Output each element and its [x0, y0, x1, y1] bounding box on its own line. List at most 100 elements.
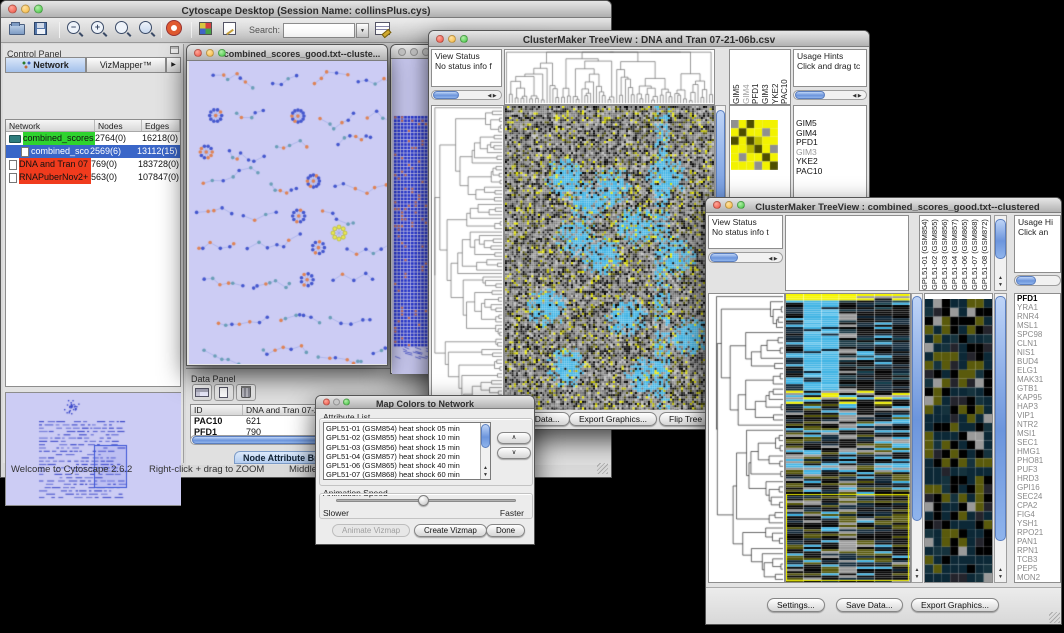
zoom-in-button[interactable]: +: [91, 21, 110, 39]
close-button[interactable]: [323, 399, 330, 406]
scroll-thumb[interactable]: [710, 253, 738, 262]
col-label[interactable]: GPL51-06 (GSM865): [960, 216, 970, 290]
tv1-col-dendrogram[interactable]: [505, 50, 714, 104]
help-button[interactable]: [167, 21, 186, 39]
scroll-up-icon[interactable]: ▲: [995, 567, 1006, 573]
main-titlebar[interactable]: Cytoscape Desktop (Session Name: collins…: [1, 1, 611, 18]
gene-label[interactable]: YRA1: [1015, 303, 1060, 312]
col-label[interactable]: GIM5: [732, 50, 742, 104]
col-label[interactable]: GIM4: [742, 50, 752, 104]
gene-label[interactable]: CLN1: [1015, 339, 1060, 348]
tv2-heatmap[interactable]: [786, 294, 910, 582]
network-row[interactable]: DNA and Tran 07 769(0) 183728(0): [6, 158, 180, 171]
scroll-arrows[interactable]: ◀ ▶: [766, 256, 780, 262]
birdseye-canvas[interactable]: [6, 393, 181, 505]
gene-label[interactable]: MSL1: [1015, 321, 1060, 330]
minimize-button[interactable]: [410, 48, 418, 56]
close-button[interactable]: [8, 5, 17, 14]
tv2-save-data-button[interactable]: Save Data...: [836, 598, 903, 612]
tab-overflow-arrow[interactable]: ▶: [166, 57, 181, 73]
minimize-button[interactable]: [448, 35, 456, 43]
col-label[interactable]: GPL51-08 (GSM872): [980, 216, 990, 290]
scroll-up-icon[interactable]: ▲: [912, 567, 922, 573]
tv2-row-dendrogram[interactable]: [709, 294, 784, 582]
listbox-vscroll[interactable]: ▲▼: [480, 423, 490, 479]
annotation-button[interactable]: [223, 21, 242, 39]
scroll-thumb[interactable]: [481, 424, 490, 448]
treeview2-titlebar[interactable]: ClusterMaker TreeView : combined_scores_…: [706, 198, 1061, 213]
tab-vizmapper[interactable]: VizMapper™: [86, 57, 167, 73]
gene-label[interactable]: PUF3: [1015, 465, 1060, 474]
gene-label[interactable]: MSI1: [1015, 429, 1060, 438]
gene-label[interactable]: NIS1: [1015, 348, 1060, 357]
gene-label[interactable]: MON2: [1015, 573, 1060, 582]
attribute-browser-button[interactable]: [375, 21, 394, 39]
gene-label[interactable]: TCB3: [1015, 555, 1060, 564]
dialog-titlebar[interactable]: Map Colors to Network: [316, 396, 534, 409]
gene-label[interactable]: GTB1: [1015, 384, 1060, 393]
minimize-button[interactable]: [725, 201, 733, 209]
zoom-button[interactable]: [34, 5, 43, 14]
minimize-button[interactable]: [21, 5, 30, 14]
tv2-heatmap-vscroll[interactable]: ▲▼: [911, 293, 923, 583]
tv1-zoom-heatmap[interactable]: [731, 120, 778, 170]
scroll-arrows[interactable]: ◀ ▶: [485, 93, 499, 99]
birdseye-view[interactable]: [5, 392, 181, 506]
network-row[interactable]: combined_scores 2764(0) 16218(0): [6, 132, 180, 145]
move-up-button[interactable]: ∧: [497, 432, 531, 444]
col-label[interactable]: GIM3: [761, 50, 771, 104]
gene-label[interactable]: PEP5: [1015, 564, 1060, 573]
done-button[interactable]: Done: [486, 524, 525, 537]
tv1-heatmap[interactable]: [505, 106, 714, 410]
col-label[interactable]: GPL51-02 (GSM855): [930, 216, 940, 290]
gene-label[interactable]: BUD4: [1015, 357, 1060, 366]
tv2-settings-button[interactable]: Settings...: [767, 598, 825, 612]
search-input[interactable]: [283, 23, 355, 38]
col-label[interactable]: PAC10: [780, 50, 790, 104]
col-label[interactable]: PFD1: [751, 50, 761, 104]
scroll-down-icon[interactable]: ▼: [995, 282, 1006, 288]
zoom-out-button[interactable]: −: [67, 21, 86, 39]
gene-label[interactable]: MAK31: [1015, 375, 1060, 384]
vizmapper-button[interactable]: [199, 21, 218, 39]
search-dropdown-button[interactable]: ▼: [356, 23, 369, 38]
attribute-item[interactable]: GPL51-07 (GSM868) heat shock 60 min: [324, 470, 490, 479]
network-row[interactable]: RNAPuberNov2+ 563(0) 107847(0): [6, 171, 180, 184]
tv2-status-hscroll[interactable]: ◀ ▶: [708, 252, 783, 263]
col-label[interactable]: GPL51-04 (GSM857): [950, 216, 960, 290]
network-view-titlebar[interactable]: combined_scores_good.txt--cluste...: [187, 45, 387, 61]
scroll-up-icon[interactable]: ▲: [481, 465, 490, 471]
table-mode-button[interactable]: [192, 384, 212, 401]
float-panel-icon[interactable]: [170, 46, 179, 54]
open-session-button[interactable]: [9, 21, 28, 39]
tv2-usage-hscroll[interactable]: [1014, 275, 1061, 286]
network-list-header[interactable]: Network Nodes Edges: [6, 120, 180, 132]
gene-label[interactable]: PAC10: [794, 167, 866, 177]
gene-label[interactable]: RPN1: [1015, 546, 1060, 555]
gene-label[interactable]: HAP3: [1015, 402, 1060, 411]
gene-label[interactable]: HMG1: [1015, 447, 1060, 456]
attribute-item[interactable]: GPL51-01 (GSM854) heat shock 05 min: [324, 424, 490, 433]
network-row[interactable]: combined_sco 2569(6) 13112(15): [6, 145, 180, 158]
tv1-usage-hscroll[interactable]: ◀ ▶: [793, 90, 867, 100]
create-vizmap-button[interactable]: Create Vizmap: [414, 524, 487, 537]
tv1-export-graphics-button[interactable]: Export Graphics...: [569, 412, 657, 426]
scroll-thumb[interactable]: [995, 219, 1006, 259]
zoom-button[interactable]: [460, 35, 468, 43]
gene-label[interactable]: KAP95: [1015, 393, 1060, 402]
scroll-down-icon[interactable]: ▼: [912, 574, 922, 580]
tv1-row-dendrogram[interactable]: [432, 106, 503, 410]
gene-label[interactable]: PFD1: [1015, 294, 1060, 303]
gene-label[interactable]: CPA2: [1015, 501, 1060, 510]
zoom-button[interactable]: [343, 399, 350, 406]
speed-slider-thumb[interactable]: [418, 495, 429, 506]
scroll-arrows[interactable]: ◀ ▶: [850, 93, 864, 99]
scroll-thumb[interactable]: [1016, 276, 1036, 285]
gene-label[interactable]: FIG4: [1015, 510, 1060, 519]
close-button[interactable]: [194, 49, 202, 57]
tv2-zoom-heatmap[interactable]: [925, 299, 992, 582]
save-session-button[interactable]: [34, 21, 53, 39]
minimize-button[interactable]: [206, 49, 214, 57]
gene-label[interactable]: RNR4: [1015, 312, 1060, 321]
minimize-button[interactable]: [333, 399, 340, 406]
